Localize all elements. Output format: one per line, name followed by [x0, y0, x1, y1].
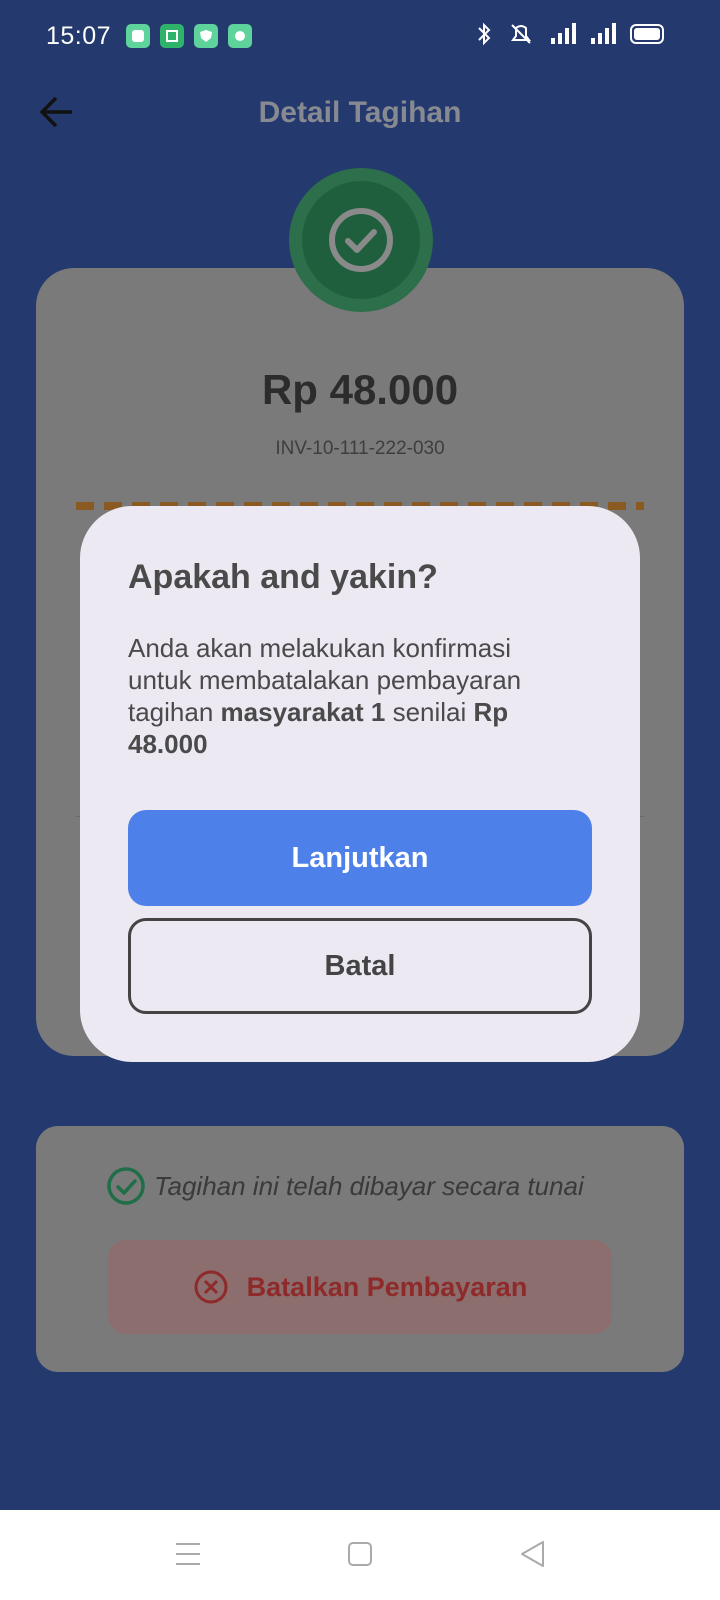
app-icon [160, 24, 184, 48]
shield-app-icon [194, 24, 218, 48]
paid-status: Tagihan ini telah dibayar secara tunai [106, 1166, 584, 1206]
success-badge [289, 168, 433, 312]
mute-icon [511, 24, 531, 44]
cancel-payment-button[interactable]: Batalkan Pembayaran [108, 1240, 612, 1334]
close-circle-icon [194, 1270, 228, 1304]
app-icon [228, 24, 252, 48]
status-time: 15:07 [46, 22, 112, 50]
square-icon [348, 1542, 372, 1566]
check-circle-icon [329, 208, 393, 272]
dialog-message: Anda akan melakukan konfirmasi untuk mem… [128, 632, 568, 760]
status-indicators [476, 22, 664, 46]
bluetooth-icon [478, 22, 491, 46]
confirm-dialog: Apakah and yakin? Anda akan melakukan ko… [80, 506, 640, 1062]
home-nav-button[interactable] [340, 1534, 380, 1574]
menu-icon [176, 1543, 200, 1565]
bill-amount: Rp 48.000 [261, 366, 459, 413]
cancel-payment-label: Batalkan Pembayaran [246, 1271, 528, 1302]
signal-icon-2 [591, 23, 616, 44]
continue-button[interactable]: Lanjutkan [128, 810, 592, 906]
triangle-back-icon [521, 1541, 544, 1567]
menu-nav-button[interactable] [168, 1534, 208, 1574]
dialog-title: Apakah and yakin? [128, 558, 438, 596]
dialog-message-name: masyarakat 1 [220, 697, 386, 727]
back-nav-button[interactable] [512, 1534, 552, 1574]
app-bar: Detail Tagihan [0, 80, 720, 144]
battery-icon [630, 24, 664, 44]
cancel-button[interactable]: Batal [128, 918, 592, 1014]
check-circle-icon [107, 1167, 145, 1205]
status-app-icons [126, 24, 252, 48]
page-title: Detail Tagihan [258, 96, 462, 129]
dialog-message-text-2: senilai [385, 697, 474, 727]
invoice-number: INV-10-111-222-030 [275, 438, 445, 459]
app-icon [126, 24, 150, 48]
status-bar: 15:07 [0, 0, 720, 72]
signal-icon [551, 23, 576, 44]
system-nav-bar [0, 1510, 720, 1600]
paid-status-text: Tagihan ini telah dibayar secara tunai [154, 1170, 584, 1201]
